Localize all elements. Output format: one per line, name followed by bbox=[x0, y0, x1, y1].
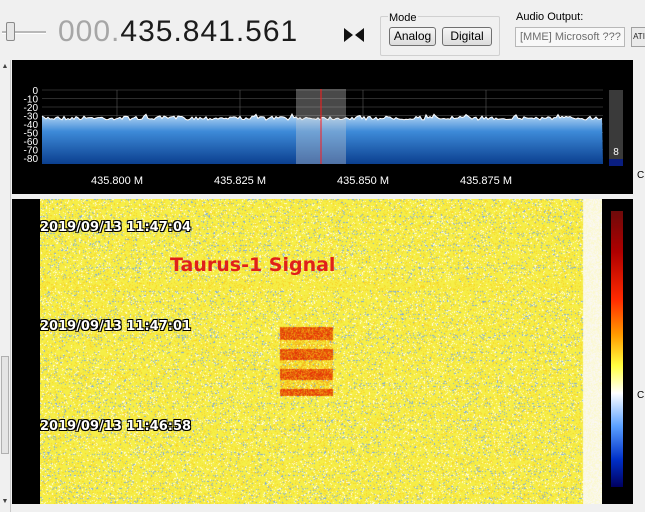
extra-button[interactable]: ATI bbox=[631, 27, 645, 47]
mode-label: Mode bbox=[388, 12, 418, 24]
swap-icon bbox=[344, 28, 364, 42]
analog-button[interactable]: Analog bbox=[389, 27, 436, 46]
timestamp-3: 2019/09/13 11:46:58 bbox=[40, 419, 192, 434]
signal-annotation: Taurus-1 Signal bbox=[170, 254, 336, 276]
timestamp-2: 2019/09/13 11:47:01 bbox=[40, 319, 192, 334]
spectrum-panel[interactable]: 0 -10 -20 -30 -40 -50 -60 -70 -80 435.800 M 435.8… bbox=[12, 60, 633, 194]
right-edge-char-1: C bbox=[637, 170, 645, 181]
freq-tick-label: 435.825 M bbox=[214, 175, 266, 187]
freq-tick-label: 435.875 M bbox=[460, 175, 512, 187]
right-edge: C C bbox=[635, 60, 645, 512]
timestamp-1: 2019/09/13 11:47:04 bbox=[40, 220, 192, 235]
audio-output-label: Audio Output: bbox=[516, 11, 584, 23]
swap-button[interactable] bbox=[341, 24, 367, 46]
freq-tick-label: 435.800 M bbox=[91, 175, 143, 187]
scroll-down-icon[interactable]: ▼ bbox=[0, 497, 10, 507]
freq-tick-label: 435.850 M bbox=[337, 175, 389, 187]
level-meter-fill bbox=[609, 159, 623, 166]
digital-button[interactable]: Digital bbox=[442, 27, 492, 46]
right-edge-char-2: C bbox=[637, 390, 645, 401]
waterfall-image bbox=[40, 199, 602, 504]
scroll-thumb[interactable] bbox=[1, 356, 9, 454]
audio-output-select[interactable]: [MME] Microsoft ??? bbox=[515, 27, 625, 47]
waterfall-panel[interactable]: 2019/09/13 11:47:04 2019/09/13 11:47:01 … bbox=[12, 199, 633, 504]
tuner-slider[interactable] bbox=[2, 22, 46, 42]
frequency-leading-digits: 000. bbox=[58, 15, 121, 48]
spectrum-plot[interactable]: 0-10-20-30-40-50-60-70-80 435.800 M 435.8… bbox=[12, 60, 633, 194]
db-tick-label: -80 bbox=[24, 154, 39, 165]
level-meter-value: 8 bbox=[613, 147, 619, 158]
slider-thumb[interactable] bbox=[6, 22, 15, 41]
frequency-main-digits: 435.841.561 bbox=[120, 15, 299, 48]
colorbar bbox=[611, 211, 623, 487]
scroll-up-icon[interactable]: ▲ bbox=[0, 62, 10, 72]
toolbar: 000.435.841.561 Mode Analog Digital Audi… bbox=[0, 0, 645, 60]
frequency-display[interactable]: 000.435.841.561 bbox=[58, 12, 298, 52]
left-scrollbar[interactable]: ▲ ▼ bbox=[0, 60, 11, 512]
